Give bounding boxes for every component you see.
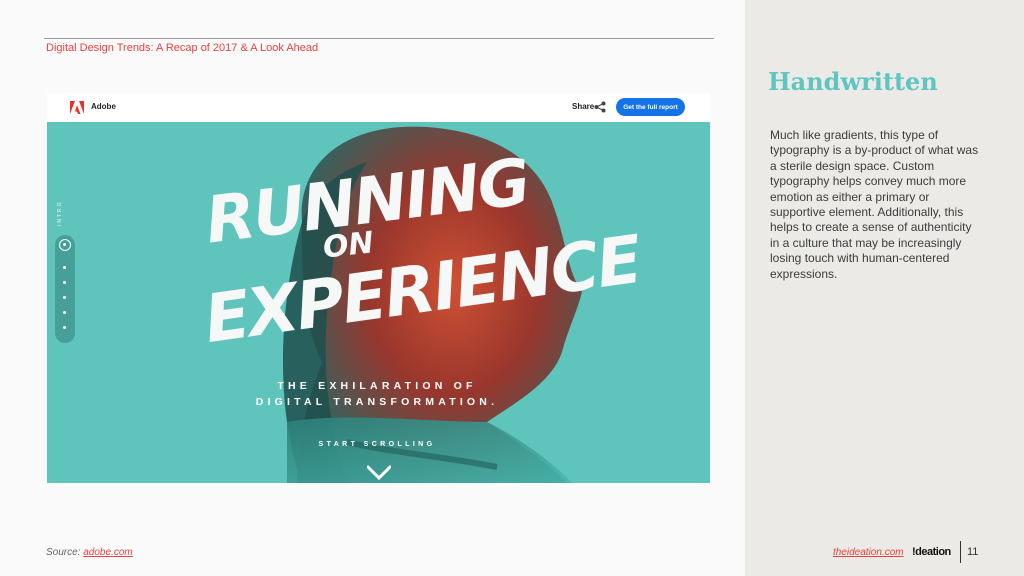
footer-website-link[interactable]: theideation.com	[833, 547, 904, 558]
source-label: Source:	[46, 547, 84, 558]
nav-dot-active-icon[interactable]	[59, 239, 71, 251]
website-screenshot: Adobe Share Get the full report INTRO RU…	[47, 93, 710, 483]
page-number: 11	[967, 546, 979, 558]
footer-divider	[960, 541, 961, 563]
nav-dot-icon[interactable]	[63, 296, 66, 299]
nav-dot-icon[interactable]	[63, 326, 66, 329]
share-icon[interactable]	[594, 101, 606, 113]
nav-dot-icon[interactable]	[63, 266, 66, 269]
slide-title: Handwritten	[768, 67, 938, 96]
site-nav-bar: Adobe Share Get the full report	[47, 93, 710, 122]
adobe-logo-icon[interactable]	[70, 101, 84, 114]
brand-name[interactable]: Adobe	[91, 102, 116, 111]
tagline-line-2: DIGITAL TRANSFORMATION.	[255, 396, 499, 408]
tagline-line-1: THE EXHILARATION OF	[277, 380, 477, 392]
nav-dot-icon[interactable]	[63, 281, 66, 284]
source-link[interactable]: adobe.com	[83, 547, 132, 558]
header-divider	[44, 38, 714, 39]
slide-body: Much like gradients, this type of typogr…	[770, 128, 979, 281]
source-credit: Source: adobe.com	[46, 547, 133, 558]
get-full-report-button[interactable]: Get the full report	[616, 98, 685, 116]
share-link[interactable]: Share	[572, 102, 594, 111]
section-nav[interactable]	[55, 235, 75, 343]
start-scrolling-link[interactable]: START SCROLLING	[247, 441, 507, 448]
nav-dot-icon[interactable]	[63, 311, 66, 314]
slide-header: Digital Design Trends: A Recap of 2017 &…	[46, 42, 319, 54]
ideation-logo: !deation	[912, 546, 951, 558]
side-nav-label: INTRO	[57, 200, 63, 226]
chevron-down-icon[interactable]	[367, 465, 391, 481]
